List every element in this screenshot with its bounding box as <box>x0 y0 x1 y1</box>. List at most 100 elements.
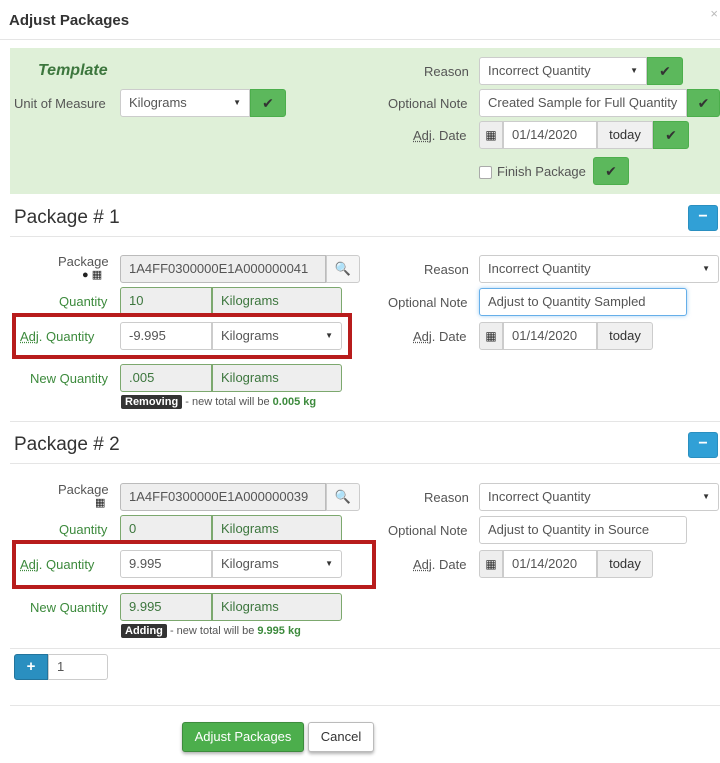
date-label-abbr: Adj <box>413 128 432 143</box>
package-1-reason-label: Reason <box>424 262 469 277</box>
status-badge: Adding <box>121 624 167 638</box>
date-label-rest: . Date <box>431 128 467 143</box>
template-note-input[interactable]: Created Sample for Full Quantity <box>479 89 687 117</box>
chevron-down-icon: ▼ <box>702 264 710 273</box>
template-date-input[interactable]: 01/14/2020 <box>503 121 597 149</box>
apply-unit-button[interactable]: ✔ <box>250 89 286 117</box>
remove-package-1-button[interactable]: − <box>688 205 718 231</box>
adj-unit-value: Kilograms <box>221 328 279 343</box>
package-2-adj-unit-select[interactable]: Kilograms ▼ <box>212 550 342 578</box>
close-icon[interactable]: × <box>710 6 718 21</box>
package-1-title: Package # 1 <box>14 207 120 228</box>
check-icon: ✔ <box>665 127 677 143</box>
check-icon: ✔ <box>659 63 671 79</box>
divider <box>10 421 720 422</box>
package-2-quantity-label: Quantity <box>59 522 108 537</box>
finish-package-checkbox[interactable] <box>479 166 492 179</box>
template-today-button[interactable]: today <box>597 121 653 149</box>
package-1-quantity-unit: Kilograms <box>212 287 342 315</box>
chevron-down-icon: ▼ <box>233 98 241 107</box>
package-2-reason-select[interactable]: Incorrect Quantity ▼ <box>479 483 719 511</box>
template-note-label: Optional Note <box>388 96 468 111</box>
date-label-rest: . Date <box>431 557 467 572</box>
apply-finish-button[interactable]: ✔ <box>593 157 629 185</box>
cancel-button[interactable]: Cancel <box>308 722 374 752</box>
template-reason-value: Incorrect Quantity <box>488 63 591 78</box>
divider <box>10 236 720 237</box>
unit-of-measure-select[interactable]: Kilograms ▼ <box>120 89 250 117</box>
package-2-quantity-field: 0 <box>120 515 212 543</box>
adj-label-abbr: Adj <box>20 557 39 572</box>
apply-reason-button[interactable]: ✔ <box>647 57 683 85</box>
adjust-packages-button[interactable]: Adjust Packages <box>182 722 304 752</box>
search-icon[interactable]: 🔍 <box>326 255 360 283</box>
calendar-icon[interactable]: ▦ <box>479 550 503 578</box>
chevron-down-icon: ▼ <box>325 559 333 568</box>
package-1-note-input[interactable]: Adjust to Quantity Sampled <box>479 288 687 316</box>
package-2-adj-quantity-input[interactable]: 9.995 <box>120 550 212 578</box>
reason-value: Incorrect Quantity <box>488 489 591 504</box>
apply-date-button[interactable]: ✔ <box>653 121 689 149</box>
template-reason-label: Reason <box>424 64 469 79</box>
check-icon: ✔ <box>262 95 274 111</box>
package-1-reason-select[interactable]: Incorrect Quantity ▼ <box>479 255 719 283</box>
status-badge: Removing <box>121 395 183 409</box>
package-1-new-quantity-label: New Quantity <box>30 371 109 386</box>
divider <box>10 648 720 649</box>
template-reason-select[interactable]: Incorrect Quantity ▼ <box>479 57 647 85</box>
adj-label-rest: . Quantity <box>38 329 95 344</box>
package-1-date-input[interactable]: 01/14/2020 <box>503 322 597 350</box>
package-1-new-quantity-unit: Kilograms <box>212 364 342 392</box>
add-count-input[interactable]: 1 <box>48 654 108 680</box>
finish-package-label: Finish Package <box>497 164 586 179</box>
package-1-adj-quantity-label: Adj. Quantity <box>20 329 94 344</box>
remove-package-2-button[interactable]: − <box>688 432 718 458</box>
package-2-hint: Adding - new total will be 9.995 kg <box>121 624 301 638</box>
package-1-note-label: Optional Note <box>388 295 468 310</box>
adj-label-rest: . Quantity <box>38 557 95 572</box>
hint-text: - new total will be <box>166 625 258 637</box>
package-1-today-button[interactable]: today <box>597 322 653 350</box>
package-2-adj-quantity-label: Adj. Quantity <box>20 557 94 572</box>
date-label-abbr: Adj <box>413 557 432 572</box>
calendar-icon[interactable]: ▦ <box>479 121 503 149</box>
chevron-down-icon: ▼ <box>325 331 333 340</box>
package-2-today-button[interactable]: today <box>597 550 653 578</box>
unit-of-measure-value: Kilograms <box>129 95 187 110</box>
search-icon[interactable]: 🔍 <box>326 483 360 511</box>
package-1-quantity-label: Quantity <box>59 294 108 309</box>
package-1-quantity-field: 10 <box>120 287 212 315</box>
package-1-date-label: Adj. Date <box>413 329 466 344</box>
package-1-adj-quantity-input[interactable]: -9.995 <box>120 322 212 350</box>
template-date-label: Adj. Date <box>413 128 466 143</box>
dialog-title: Adjust Packages <box>9 12 130 29</box>
package-2-date-input[interactable]: 01/14/2020 <box>503 550 597 578</box>
package-1-adj-unit-select[interactable]: Kilograms ▼ <box>212 322 342 350</box>
package-1-new-quantity-field: .005 <box>120 364 212 392</box>
unit-of-measure-label: Unit of Measure <box>14 96 106 111</box>
package-1-hint: Removing - new total will be 0.005 kg <box>121 395 317 409</box>
reason-value: Incorrect Quantity <box>488 261 591 276</box>
calendar-icon[interactable]: ▦ <box>479 322 503 350</box>
date-label-abbr: Adj <box>413 329 432 344</box>
date-label-rest: . Date <box>431 329 467 344</box>
package-2-note-label: Optional Note <box>388 523 468 538</box>
apply-note-button[interactable]: ✔ <box>687 89 720 117</box>
package-2-id-field: 1A4FF0300000E1A000000039 <box>120 483 326 511</box>
package-2-quantity-unit: Kilograms <box>212 515 342 543</box>
package-2-date-label: Adj. Date <box>413 557 466 572</box>
package-2-note-input[interactable]: Adjust to Quantity in Source <box>479 516 687 544</box>
divider <box>10 463 720 464</box>
hint-text: - new total will be <box>182 396 273 408</box>
package-2-new-quantity-unit: Kilograms <box>212 593 342 621</box>
package-2-package-label: Package <box>58 482 109 497</box>
droplet-grid-icon: ● ▦ <box>82 269 103 281</box>
add-package-button[interactable]: + <box>14 654 48 680</box>
check-icon: ✔ <box>605 163 617 179</box>
package-2-new-quantity-field: 9.995 <box>120 593 212 621</box>
hint-total: 0.005 kg <box>272 396 317 408</box>
package-2-new-quantity-label: New Quantity <box>30 600 109 615</box>
chevron-down-icon: ▼ <box>702 492 710 501</box>
adj-unit-value: Kilograms <box>221 556 279 571</box>
package-1-package-label: Package <box>58 254 109 269</box>
